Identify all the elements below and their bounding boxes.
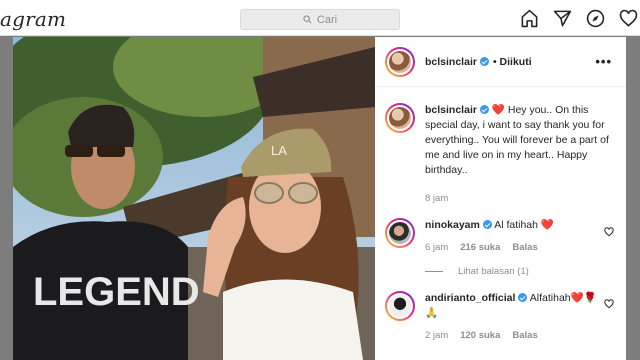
comment-item: ninokayam Al fatihah ❤️ 6 jam 216 suka Bal… xyxy=(375,218,626,255)
view-replies-link[interactable]: Lihat balasan (1) xyxy=(425,266,626,277)
verified-badge-icon xyxy=(479,105,489,114)
like-comment-heart-icon[interactable] xyxy=(604,299,614,309)
commenter-username[interactable]: ninokayam xyxy=(425,219,480,231)
caption-time[interactable]: 8 jam xyxy=(425,193,448,204)
verified-badge-icon xyxy=(479,57,489,66)
search-icon xyxy=(303,15,312,24)
author-avatar[interactable] xyxy=(385,46,415,77)
comment-text-line2: 🙏 xyxy=(425,307,439,319)
post-detail-panel: bclsinclair • Diikuti ••• bclsinclair ❤️… xyxy=(375,37,626,360)
shirt-text: LEGEND xyxy=(33,270,200,314)
comment-item: andirianto_official Alfatihah❤️🌹 🙏 2 jam… xyxy=(375,291,626,343)
post-header: bclsinclair • Diikuti ••• xyxy=(375,37,626,87)
post-caption: bclsinclair ❤️ Hey you.. On this special… xyxy=(375,103,626,206)
comment-likes[interactable]: 216 suka xyxy=(460,242,500,253)
comment-text: Al fatihah ❤️ xyxy=(494,219,554,231)
replies-divider xyxy=(425,271,443,272)
commenter-avatar[interactable] xyxy=(385,218,415,248)
caption-avatar[interactable] xyxy=(385,103,415,133)
comment-likes[interactable]: 120 suka xyxy=(460,330,500,341)
comment-time[interactable]: 2 jam xyxy=(425,330,448,341)
verified-badge-icon xyxy=(518,293,528,302)
caption-username[interactable]: bclsinclair xyxy=(425,104,477,116)
cap-logo-text: LA xyxy=(271,143,287,158)
instagram-logo[interactable]: agram xyxy=(0,7,66,31)
post-photo: LEGEND LA xyxy=(13,37,375,360)
explore-icon[interactable] xyxy=(586,9,605,28)
like-comment-heart-icon[interactable] xyxy=(604,227,614,237)
comment-time[interactable]: 6 jam xyxy=(425,242,448,253)
follow-status[interactable]: • Diikuti xyxy=(493,56,532,68)
top-navigation-bar: agram Cari xyxy=(0,0,640,36)
commenter-username[interactable]: andirianto_official xyxy=(425,292,515,304)
direct-icon[interactable] xyxy=(553,9,572,28)
search-input[interactable]: Cari xyxy=(240,9,400,30)
comment-text: Alfatihah❤️🌹 xyxy=(529,292,597,304)
reply-button[interactable]: Balas xyxy=(512,330,537,341)
view-replies-label: Lihat balasan (1) xyxy=(458,266,529,277)
reply-button[interactable]: Balas xyxy=(512,242,537,253)
search-placeholder: Cari xyxy=(316,13,338,26)
more-options-icon[interactable]: ••• xyxy=(595,54,612,69)
commenter-avatar[interactable] xyxy=(385,291,415,321)
verified-badge-icon xyxy=(482,220,492,229)
activity-heart-icon[interactable] xyxy=(619,9,638,28)
home-icon[interactable] xyxy=(520,9,539,28)
author-username[interactable]: bclsinclair xyxy=(425,56,477,68)
